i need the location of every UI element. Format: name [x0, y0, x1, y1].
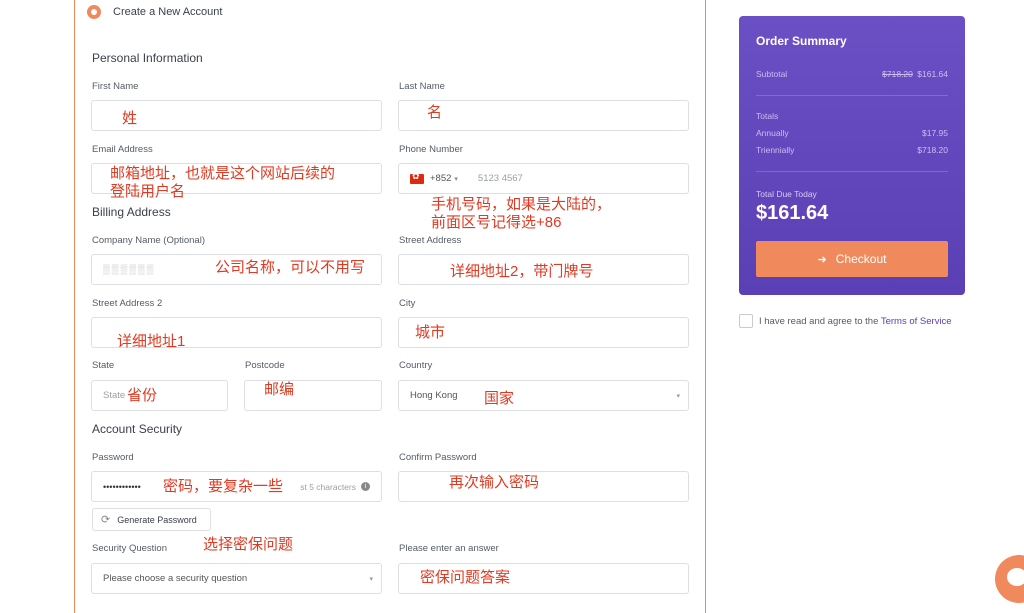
total-due-amount: $161.64: [756, 202, 829, 224]
hong-kong-flag-icon: [410, 171, 424, 184]
annotation-company: 公司名称，可以不用写: [215, 259, 366, 276]
chat-icon[interactable]: [995, 555, 1024, 603]
confirm-password-label: Confirm Password: [399, 452, 477, 463]
annotation-city: 城市: [415, 324, 446, 341]
annotation-password: 密码，要复杂一些: [163, 478, 284, 495]
info-icon[interactable]: i: [361, 482, 370, 491]
first-name-label: First Name: [92, 81, 139, 92]
email-label: Email Address: [92, 144, 153, 155]
country-value: Hong Kong: [410, 390, 458, 401]
summary-divider: [756, 171, 948, 172]
terms-prefix: I have read and agree to the: [759, 316, 881, 327]
totals-label: Totals: [756, 111, 779, 121]
state-placeholder: State: [103, 390, 126, 401]
company-blurred-value: ▒▒▒▒▒▒: [103, 264, 156, 275]
password-strength-hint: st 5 characters: [300, 481, 356, 492]
confirm-password-input[interactable]: [398, 471, 689, 502]
annotation-country: 国家: [484, 390, 515, 407]
annotation-street2: 详细地址1: [117, 333, 186, 350]
annotation-answer: 密保问题答案: [420, 569, 511, 586]
country-select[interactable]: Hong Kong ▾: [398, 380, 689, 411]
terms-agreement: I have read and agree to the Terms of Se…: [739, 313, 969, 330]
last-name-label: Last Name: [399, 81, 445, 92]
totals-row: Totals: [756, 111, 948, 121]
street-label: Street Address: [399, 235, 462, 246]
password-value: ••••••••••••: [103, 481, 141, 492]
summary-divider: [756, 95, 948, 96]
postcode-label: Postcode: [245, 360, 285, 371]
annually-label: Annually: [756, 128, 789, 138]
security-question-label: Security Question: [92, 543, 167, 554]
annotation-first-name: 姓: [122, 110, 138, 127]
annually-value: $17.95: [922, 128, 948, 138]
terms-text: I have read and agree to the Terms of Se…: [759, 313, 952, 330]
annotation-email-line1: 邮箱地址，也就是这个网站后续的: [110, 165, 336, 182]
annotation-question: 选择密保问题: [203, 536, 294, 553]
arrow-right-icon: ➜: [817, 253, 827, 266]
triennially-value: $718.20: [917, 145, 948, 155]
refresh-icon: ⟳: [101, 514, 111, 526]
create-account-label: Create a New Account: [113, 6, 223, 18]
company-label: Company Name (Optional): [92, 235, 205, 246]
street2-label: Street Address 2: [92, 298, 163, 309]
radio-selected-icon[interactable]: [87, 5, 101, 19]
checkout-label: Checkout: [835, 252, 887, 266]
security-question-select[interactable]: Please choose a security question ▾: [91, 563, 382, 594]
billing-address-title: Billing Address: [92, 205, 171, 219]
phone-placeholder: 5123 4567: [477, 173, 523, 184]
chevron-down-icon[interactable]: ▾: [676, 392, 680, 400]
annotation-postcode: 邮编: [264, 381, 295, 398]
annotation-street: 详细地址2，带门牌号: [450, 263, 594, 280]
phone-country-code[interactable]: +852: [430, 173, 451, 184]
password-label: Password: [92, 452, 134, 463]
subtotal-original-price: $718.20: [882, 69, 913, 79]
answer-label: Please enter an answer: [399, 543, 499, 554]
chevron-down-icon[interactable]: ▾: [369, 575, 373, 583]
annotation-state: 省份: [127, 387, 158, 404]
annotation-last-name: 名: [427, 104, 443, 121]
annotation-phone-line1: 手机号码，如果是大陆的，: [431, 196, 612, 213]
triennially-label: Triennially: [756, 145, 795, 155]
annually-row: Annually $17.95: [756, 128, 948, 138]
annotation-confirm: 再次输入密码: [449, 474, 540, 491]
total-due-label: Total Due Today: [756, 189, 817, 199]
state-input[interactable]: State: [91, 380, 228, 411]
checkout-button[interactable]: ➜ Checkout: [756, 241, 948, 277]
annotation-email-line2: 登陆用户名: [110, 183, 186, 200]
state-label: State: [92, 360, 115, 371]
registration-form: Create a New Account Personal Informatio…: [74, 0, 706, 613]
city-label: City: [399, 298, 416, 309]
country-label: Country: [399, 360, 433, 371]
generate-password-label: Generate Password: [117, 514, 197, 525]
subtotal-discounted-price: $161.64: [917, 69, 948, 79]
order-summary-title: Order Summary: [756, 34, 847, 48]
generate-password-button[interactable]: ⟳ Generate Password: [92, 508, 211, 531]
order-summary-panel: Order Summary Subtotal $718.20 $161.64 T…: [739, 16, 965, 295]
terms-checkbox[interactable]: [739, 314, 753, 328]
phone-label: Phone Number: [399, 144, 463, 155]
personal-info-title: Personal Information: [92, 51, 203, 65]
annotation-phone-line2: 前面区号记得选+86: [431, 214, 562, 231]
subtotal-label: Subtotal: [756, 69, 788, 79]
phone-input[interactable]: +852 ▾ 5123 4567: [398, 163, 689, 194]
terms-of-service-link[interactable]: Terms of Service: [881, 316, 952, 327]
chevron-down-icon[interactable]: ▾: [454, 175, 458, 183]
subtotal-row: Subtotal $718.20 $161.64: [756, 69, 948, 79]
security-question-placeholder: Please choose a security question: [103, 573, 248, 584]
account-security-title: Account Security: [92, 422, 183, 436]
triennially-row: Triennially $718.20: [756, 145, 948, 155]
create-account-option[interactable]: Create a New Account: [87, 5, 222, 19]
